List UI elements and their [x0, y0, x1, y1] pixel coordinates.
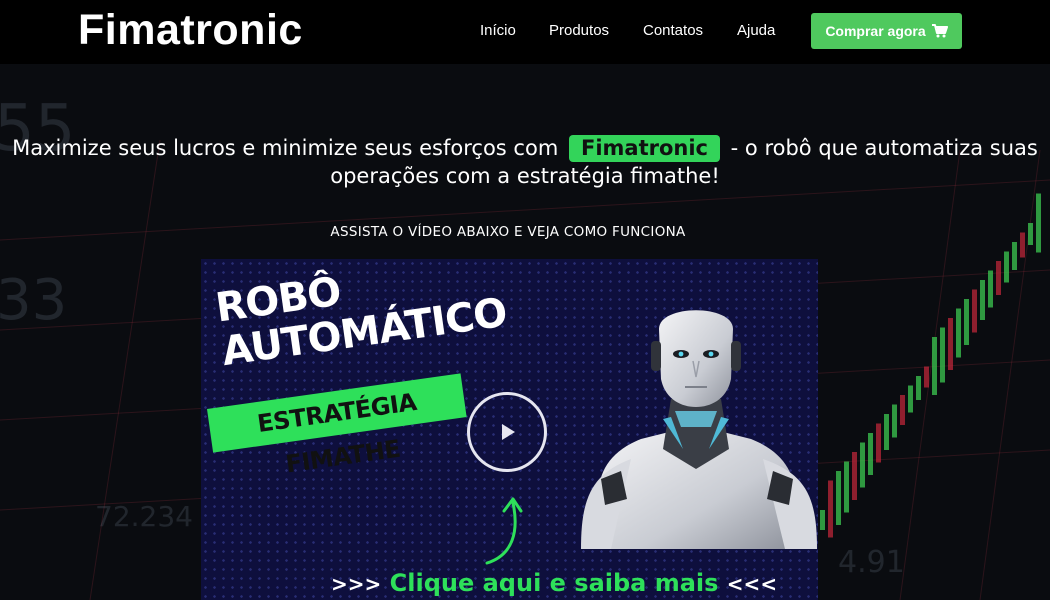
candle-mark	[980, 280, 985, 320]
candle-mark	[1012, 242, 1017, 270]
candle-mark	[964, 299, 969, 345]
candle-mark	[844, 461, 849, 513]
candle-mark	[1028, 223, 1033, 245]
nav-produtos[interactable]: Produtos	[549, 22, 609, 39]
buy-now-button[interactable]: Comprar agora	[811, 13, 962, 49]
candle-mark	[1004, 251, 1009, 283]
candle-mark	[876, 423, 881, 463]
candle-mark	[916, 376, 921, 400]
headline-part-1: Maximize seus lucros e minimize seus esf…	[12, 136, 559, 160]
cta-label: Clique aqui e saiba mais	[389, 569, 719, 597]
buy-now-label: Comprar agora	[825, 23, 926, 39]
nav-ajuda[interactable]: Ajuda	[737, 22, 775, 39]
watch-video-caption: ASSISTA O VÍDEO ABAIXO E VEJA COMO FUNCI…	[330, 224, 686, 240]
candle-mark	[1020, 232, 1025, 258]
bg-number-2: 4.91	[838, 545, 905, 580]
hero-headline: Maximize seus lucros e minimize seus esf…	[0, 134, 1050, 190]
candle-mark	[924, 366, 929, 388]
video-thumbnail[interactable]: ROBÔ AUTOMÁTICO ESTRATÉGIA FIMATHE >>> C…	[201, 259, 818, 600]
cta-suffix: <<<	[726, 572, 778, 596]
cta-prefix: >>>	[331, 572, 382, 596]
candle-mark	[988, 270, 993, 308]
nav-inicio[interactable]: Início	[480, 22, 516, 39]
candlestick-marks	[820, 193, 1041, 538]
shopping-cart-icon	[931, 24, 948, 38]
curved-arrow-icon	[485, 497, 523, 565]
candle-mark	[956, 308, 961, 358]
candle-mark	[836, 471, 841, 525]
candle-mark	[860, 442, 865, 488]
bg-number-1: 72.234	[95, 500, 193, 533]
cta-text[interactable]: >>> Clique aqui e saiba mais <<<	[331, 569, 777, 597]
candle-mark	[892, 404, 897, 438]
candle-mark	[828, 480, 833, 538]
play-icon	[502, 424, 515, 440]
candle-mark	[852, 452, 857, 500]
candle-mark	[940, 327, 945, 383]
nav-contatos[interactable]: Contatos	[643, 22, 703, 39]
play-button[interactable]	[467, 392, 547, 472]
brand-highlight: Fimatronic	[568, 135, 720, 162]
robot-illustration	[581, 310, 817, 549]
candle-mark	[972, 289, 977, 333]
candle-mark	[900, 395, 905, 425]
candle-mark	[948, 318, 953, 370]
candle-mark	[820, 510, 825, 530]
candle-mark	[868, 433, 873, 475]
candle-mark	[908, 385, 913, 413]
candle-mark	[1036, 193, 1041, 253]
top-navbar: Fimatronic Início Produtos Contatos Ajud…	[0, 0, 1050, 64]
candle-mark	[884, 414, 889, 450]
candle-mark	[996, 261, 1001, 295]
bg-number-4: 33	[0, 268, 68, 333]
candle-mark	[932, 337, 937, 395]
site-logo[interactable]: Fimatronic	[78, 6, 303, 55]
